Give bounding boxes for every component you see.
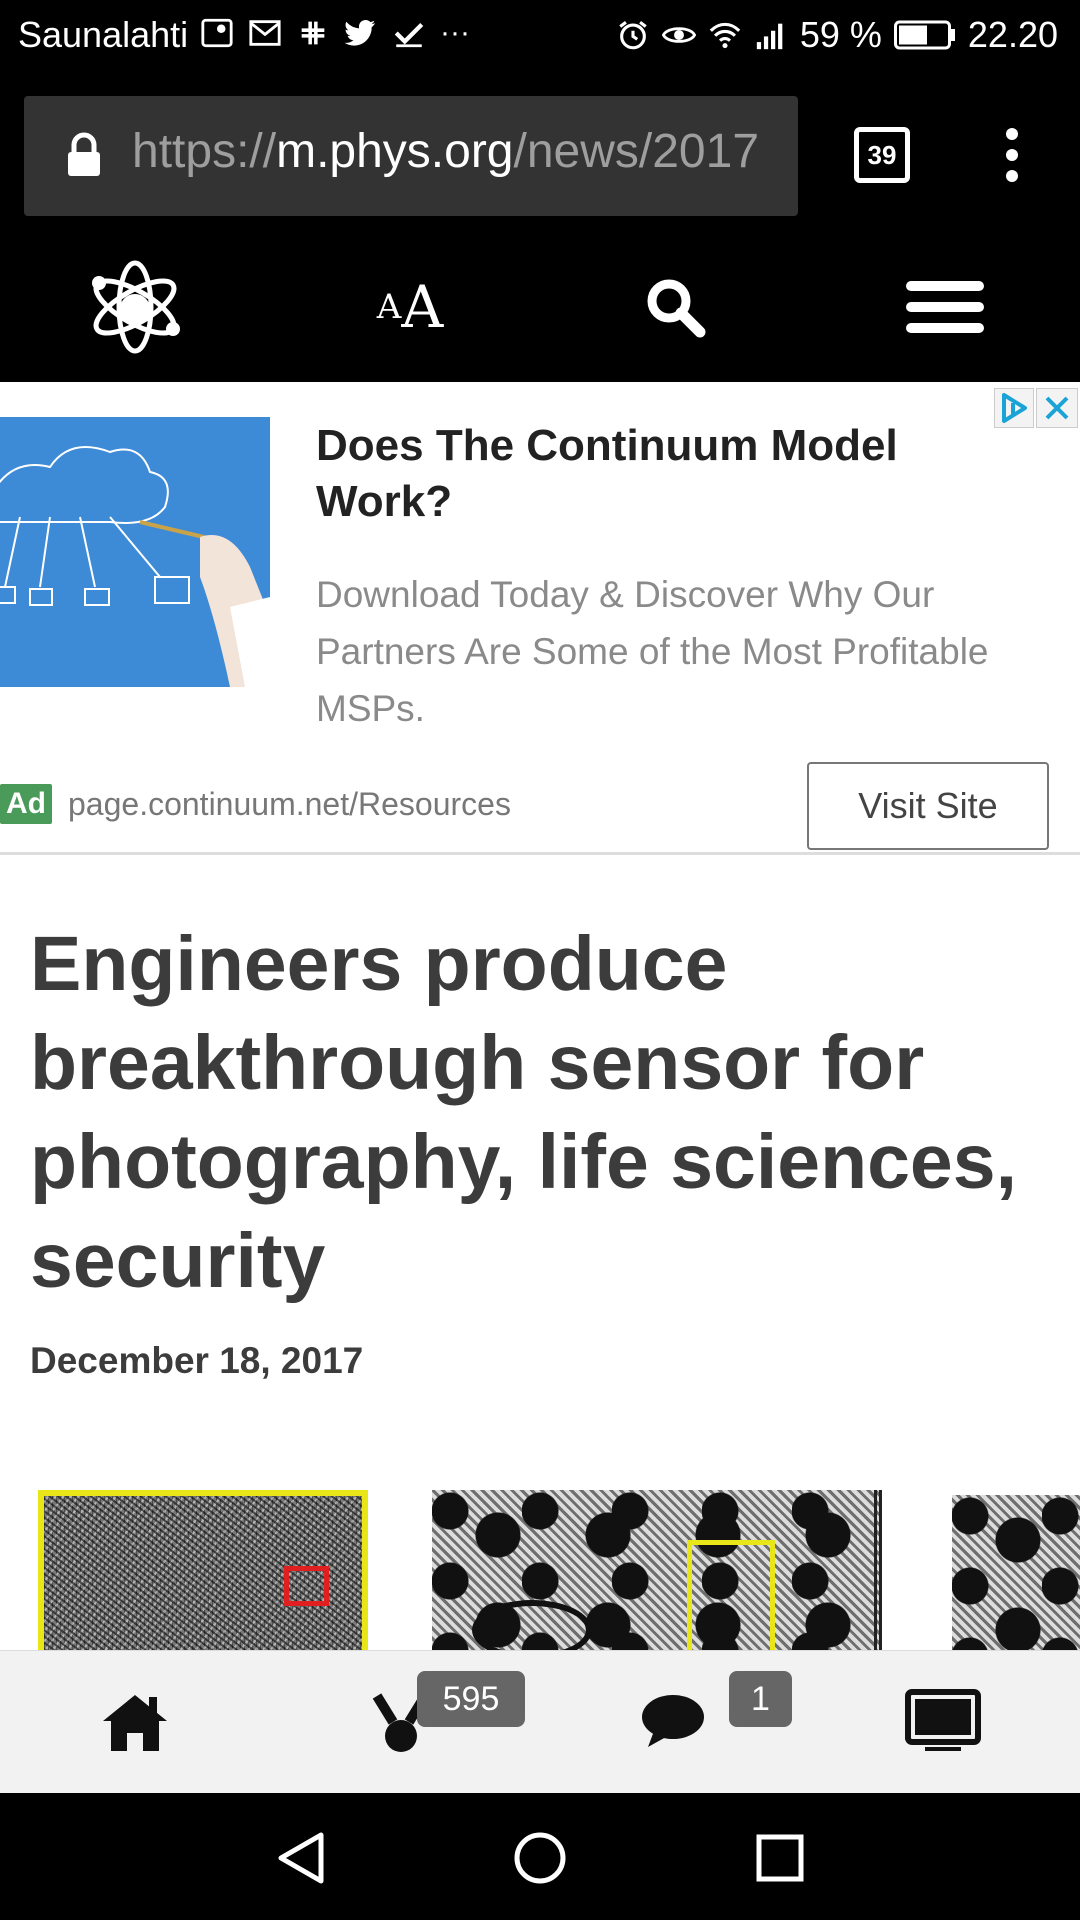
back-button[interactable]	[265, 1823, 335, 1893]
image-detail	[472, 1600, 592, 1650]
ad-close-button[interactable]	[1036, 388, 1078, 428]
article-image-panel-1[interactable]	[38, 1490, 368, 1650]
article-date: December 18, 2017	[30, 1340, 364, 1381]
highlight-box	[687, 1540, 775, 1650]
ad-title[interactable]: Does The Continuum Model Work?	[316, 418, 1016, 530]
atom-logo-icon	[92, 260, 180, 354]
home-icon	[103, 1695, 167, 1751]
ad-display-url[interactable]: page.continuum.net/Resources	[68, 786, 511, 823]
battery-icon	[893, 20, 955, 50]
ad-image[interactable]	[0, 417, 270, 687]
browser-toolbar: https://m.phys.org/news/2017 39	[0, 72, 1080, 232]
comments-count-badge: 1	[729, 1671, 792, 1727]
system-navigation-bar	[0, 1793, 1080, 1920]
url-host: m.phys.org	[276, 125, 514, 178]
ad-label-badge: Ad	[0, 784, 52, 824]
article: Engineers produce breakthrough sensor fo…	[0, 855, 1080, 1650]
article-headline: Engineers produce breakthrough sensor fo…	[30, 921, 1017, 1304]
gmail-notification-icon	[249, 20, 281, 46]
wifi-icon	[709, 22, 741, 49]
browser-menu-button[interactable]	[1000, 128, 1024, 188]
comments-tab[interactable]	[628, 1681, 718, 1761]
advertisement[interactable]: Does The Continuum Model Work? Download …	[0, 382, 1080, 854]
phys-org-logo[interactable]	[80, 260, 190, 354]
status-bar: Saunalahti ··· 59 % 22.20	[0, 0, 1080, 72]
hamburger-menu-icon	[906, 281, 984, 333]
eye-comfort-icon	[661, 27, 696, 43]
site-navigation: AA	[0, 232, 1080, 382]
hamburger-menu-button[interactable]	[900, 262, 990, 352]
system-status-icons: 59 % 22.20	[616, 14, 1058, 56]
url-scheme: https://	[132, 125, 277, 178]
recents-square-icon	[756, 1834, 804, 1882]
close-icon	[1045, 396, 1069, 420]
lock-icon	[68, 132, 100, 176]
twitter-notification-icon	[344, 19, 376, 46]
ad-description: Download Today & Discover Why Our Partne…	[316, 574, 989, 729]
alarm-icon	[619, 21, 647, 50]
display-tab[interactable]	[898, 1681, 988, 1761]
home-tab[interactable]	[90, 1681, 180, 1761]
battery-percent: 59 %	[799, 14, 882, 55]
tab-switcher-button[interactable]: 39	[854, 127, 910, 183]
url-text[interactable]: https://m.phys.org/news/2017	[132, 124, 759, 179]
url-path: /news/2017	[513, 125, 760, 178]
monitor-icon	[905, 1689, 981, 1751]
home-circle-icon	[514, 1832, 566, 1884]
carrier-name: Saunalahti	[18, 14, 189, 55]
slack-notification-icon	[301, 21, 325, 45]
adchoices-button[interactable]	[994, 388, 1034, 428]
clock-time: 22.20	[967, 14, 1058, 55]
tasks-notification-icon	[394, 22, 424, 48]
back-triangle-icon	[278, 1832, 324, 1884]
more-notifications-indicator: ···	[440, 16, 470, 49]
text-size-small-letter: A	[376, 287, 402, 327]
cloud-diagram-illustration	[0, 446, 270, 687]
notification-icons: ···	[200, 16, 470, 50]
text-size-big-letter: A	[401, 273, 444, 341]
visit-site-button[interactable]: Visit Site	[807, 762, 1049, 850]
home-button[interactable]	[505, 1823, 575, 1893]
recents-button[interactable]	[745, 1823, 815, 1893]
highlight-box	[284, 1566, 329, 1606]
text-size-button[interactable]: AA	[360, 262, 460, 352]
article-image-panel-2[interactable]	[432, 1490, 882, 1650]
bookmarks-count-badge: 595	[417, 1671, 525, 1727]
signal-strength-icon	[756, 23, 783, 50]
maps-notification-icon	[201, 18, 233, 48]
address-bar[interactable]: https://m.phys.org/news/2017	[24, 96, 798, 216]
search-icon	[647, 279, 706, 338]
app-bottom-bar: 595 1	[0, 1650, 1080, 1793]
adchoices-icon	[1002, 393, 1027, 423]
article-image-panel-3[interactable]	[952, 1495, 1080, 1650]
speech-bubble-icon	[642, 1695, 704, 1747]
search-button[interactable]	[630, 262, 720, 352]
